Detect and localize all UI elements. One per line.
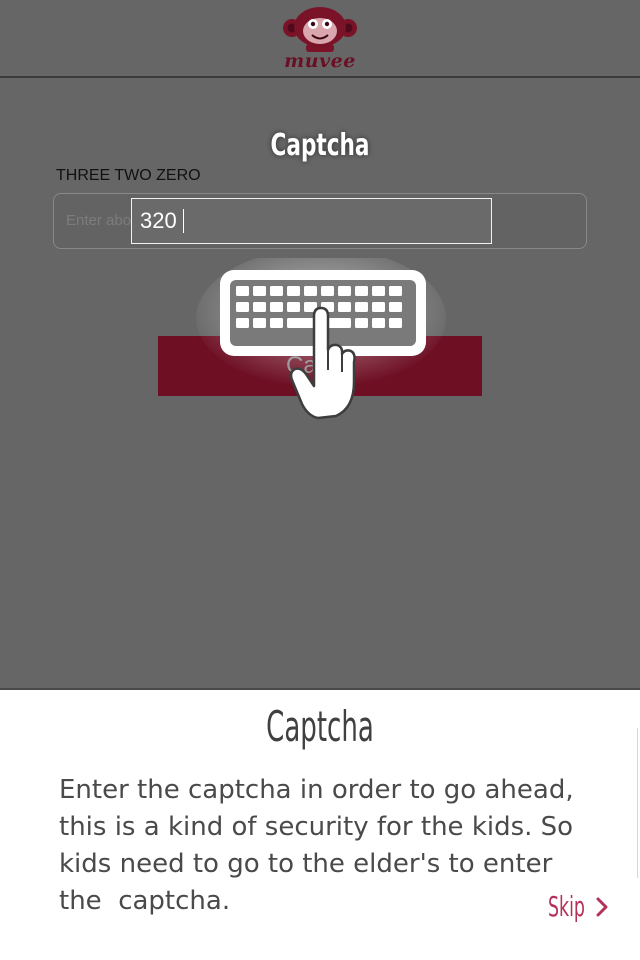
skip-label: Skip — [548, 890, 585, 923]
monkey-mascot-icon — [283, 7, 357, 52]
logo-wordmark: muvee — [284, 50, 356, 72]
page-title: Captcha — [270, 128, 370, 163]
tutorial-title: Captcha — [266, 702, 374, 751]
muvee-logo: muvee — [280, 4, 360, 72]
chevron-right-icon — [596, 897, 608, 917]
keyboard-tap-icon — [196, 248, 456, 428]
captcha-input-value: 320 — [140, 208, 177, 233]
app-header: muvee — [0, 0, 640, 78]
tutorial-panel: Captcha Enter the captcha in order to go… — [0, 688, 640, 960]
skip-button[interactable]: Skip — [540, 886, 618, 926]
captcha-text: THREE TWO ZERO — [56, 167, 201, 184]
tutorial-description: Enter the captcha in order to go ahead, … — [59, 775, 574, 916]
text-caret — [183, 209, 184, 233]
captcha-input-active[interactable]: 320 — [131, 198, 492, 244]
